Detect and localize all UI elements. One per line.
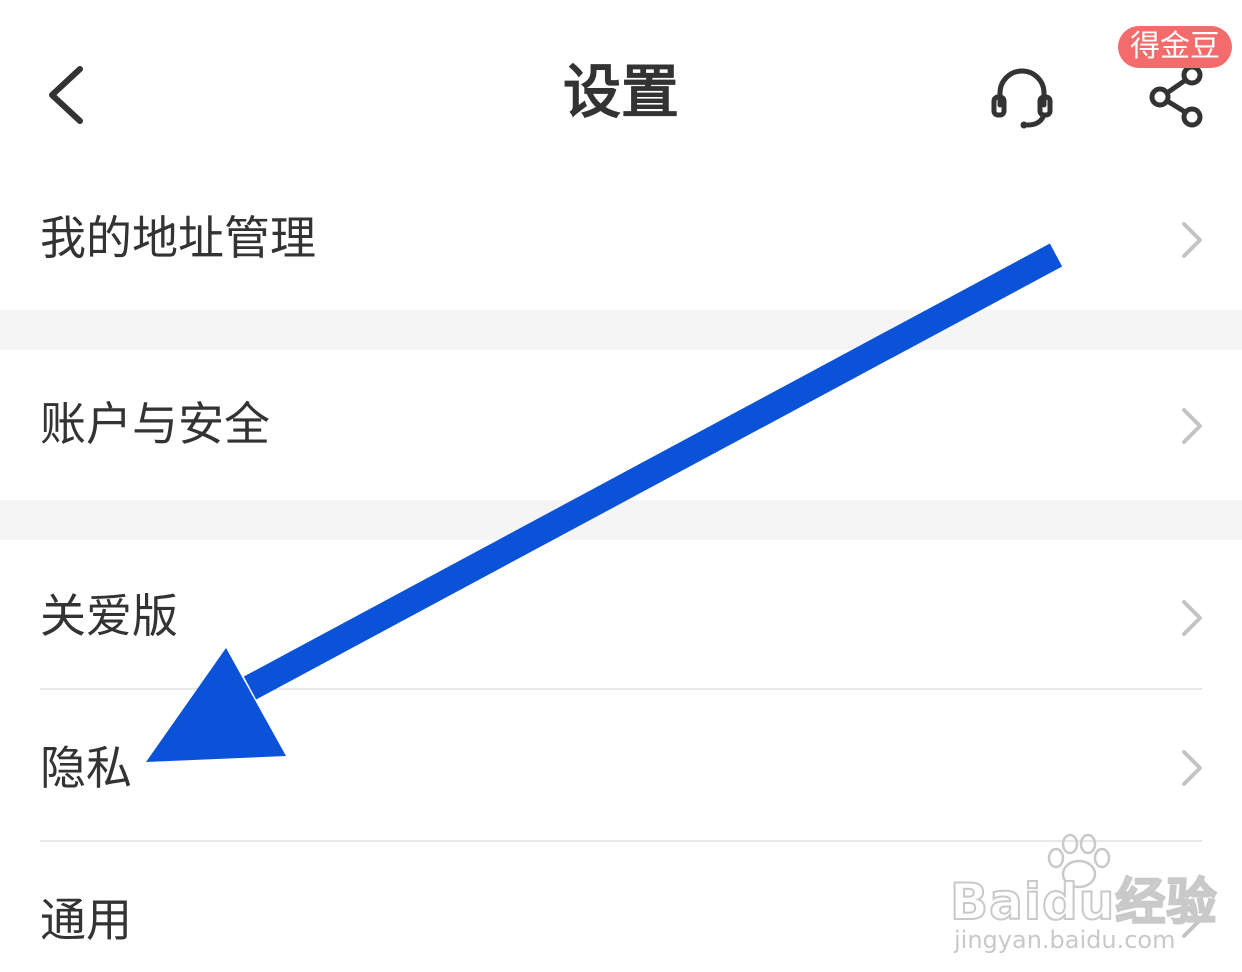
settings-item-general[interactable]: 通用 bbox=[0, 842, 1242, 972]
customer-service-button[interactable] bbox=[980, 55, 1064, 139]
chevron-right-icon bbox=[1182, 222, 1202, 258]
settings-item-label: 隐私 bbox=[40, 741, 132, 795]
section-gap bbox=[0, 310, 1242, 350]
nav-bar: 设置 得金豆 bbox=[0, 0, 1242, 180]
reward-badge[interactable]: 得金豆 bbox=[1118, 26, 1232, 68]
section-gap bbox=[0, 500, 1242, 540]
headset-icon bbox=[991, 68, 1053, 129]
settings-screen: 设置 得金豆 我的地址管理 账户与安全 关爱版 隐私 通用 Baidu经验 ji… bbox=[0, 0, 1242, 972]
settings-item-label: 关爱版 bbox=[40, 589, 178, 643]
chevron-right-icon bbox=[1182, 600, 1202, 636]
settings-item-address[interactable]: 我的地址管理 bbox=[0, 170, 1242, 310]
chevron-right-icon bbox=[1182, 902, 1202, 938]
settings-item-label: 通用 bbox=[40, 893, 132, 947]
chevron-right-icon bbox=[1182, 408, 1202, 444]
settings-item-care-mode[interactable]: 关爱版 bbox=[0, 540, 1242, 688]
settings-item-label: 账户与安全 bbox=[40, 397, 270, 451]
back-button[interactable] bbox=[30, 55, 110, 135]
settings-item-privacy[interactable]: 隐私 bbox=[0, 690, 1242, 840]
settings-item-account-security[interactable]: 账户与安全 bbox=[0, 350, 1242, 500]
chevron-left-icon bbox=[49, 66, 83, 124]
settings-item-label: 我的地址管理 bbox=[40, 211, 316, 265]
chevron-right-icon bbox=[1182, 750, 1202, 786]
